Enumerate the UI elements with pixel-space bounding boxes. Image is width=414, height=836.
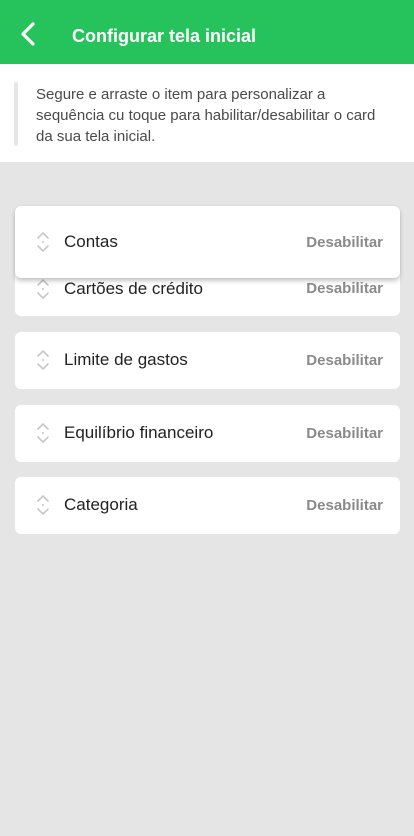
drag-handle-icon[interactable] [34,347,52,373]
app-header: Configurar tela inicial [0,0,414,64]
card-label: Equilíbrio financeiro [64,423,214,442]
instructions-panel: Segure e arraste o item para personaliza… [0,64,414,162]
disable-button[interactable]: Desabilitar [306,425,383,442]
back-button[interactable] [12,18,44,50]
disable-button[interactable]: Desabilitar [306,234,383,251]
card-label: Limite de gastos [64,350,188,369]
disable-button[interactable]: Desabilitar [306,352,383,369]
card-limite-de-gastos[interactable]: Limite de gastos Desabilitar [15,332,400,389]
card-label: Categoria [64,495,138,514]
drag-handle-icon[interactable] [34,492,52,518]
quote-bar [14,82,18,146]
page-title: Configurar tela inicial [72,26,257,46]
disable-button[interactable]: Desabilitar [306,497,383,514]
card-label: Cartões de crédito [64,279,203,298]
drag-handle-icon[interactable] [34,276,52,302]
card-contas[interactable]: Contas Desabilitar [15,206,400,278]
card-equilibrio-financeiro[interactable]: Equilíbrio financeiro Desabilitar [15,405,400,462]
instructions-text: Segure e arraste o item para personaliza… [36,86,376,145]
drag-handle-icon[interactable] [34,229,52,255]
disable-button[interactable]: Desabilitar [306,280,383,297]
card-label: Contas [64,232,118,251]
chevron-left-icon [21,22,35,46]
card-categoria[interactable]: Categoria Desabilitar [15,477,400,534]
drag-handle-icon[interactable] [34,420,52,446]
